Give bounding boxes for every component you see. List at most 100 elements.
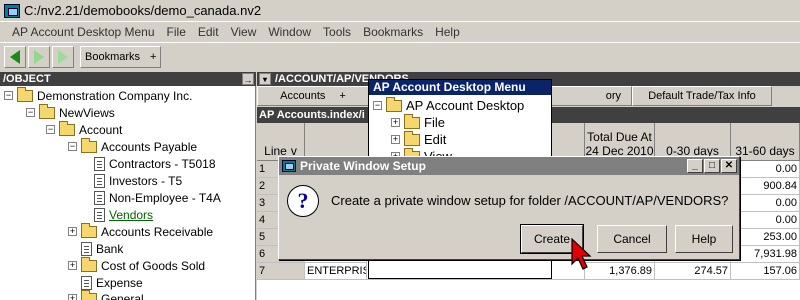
menu-bar: AP Account Desktop Menu File Edit View W… [0, 22, 800, 42]
mouse-pointer-icon [571, 238, 592, 270]
tree-item-label: Contractors - T5018 [109, 156, 216, 171]
folder-icon [404, 130, 420, 146]
tree-item-label: NewViews [59, 105, 115, 120]
tree-item-vendors[interactable]: Vendors [94, 206, 153, 223]
tree-item-label: Investors - T5 [109, 173, 183, 188]
collapse-icon[interactable]: − [373, 101, 382, 110]
document-icon [94, 173, 105, 188]
tree-item-label: Cost of Goods Sold [101, 258, 206, 273]
col-31-60-days[interactable]: 31-60 days [731, 123, 800, 161]
menu-view[interactable]: View [225, 25, 263, 39]
menu-edit[interactable]: Edit [192, 25, 225, 39]
collapse-icon[interactable]: − [4, 91, 13, 100]
desktop-menu-item-label: AP Account Desktop [406, 98, 525, 113]
tree-item-investors[interactable]: Investors - T5 [94, 172, 182, 189]
restore-icon[interactable]: □ [704, 159, 720, 173]
desktop-menu-item-edit[interactable]: + Edit [391, 130, 446, 148]
folder-icon [404, 113, 420, 129]
dialog-message: Create a private window setup for folder… [331, 193, 729, 208]
cell-31-60[interactable]: 157.06 [731, 263, 800, 280]
dropdown-icon[interactable]: ▾ [259, 73, 271, 85]
tree-item-expense[interactable]: Expense [81, 274, 143, 291]
menu-window[interactable]: Window [262, 25, 317, 39]
desktop-menu-item-root[interactable]: − AP Account Desktop [373, 96, 525, 114]
back-button[interactable] [4, 45, 26, 68]
dialog-title-bar: Private Window Setup _ □ ✕ [279, 157, 739, 175]
tree-item-accounts-payable[interactable]: − Accounts Payable [68, 137, 198, 155]
cell-31-60[interactable]: 900.84 [731, 178, 800, 195]
title-bar: C:/nv2.21/demobooks/demo_canada.nv2 [0, 0, 800, 22]
document-icon [81, 275, 92, 290]
navigate-arrow-icon[interactable]: → [242, 73, 254, 85]
tab-history-label: ory [605, 90, 621, 102]
tree-item-bank[interactable]: Bank [81, 240, 123, 257]
menu-bookmarks[interactable]: Bookmarks [357, 25, 429, 39]
tree-item-demonstration-company[interactable]: − Demonstration Company Inc. [4, 86, 192, 104]
desktop-menu-item-file[interactable]: + File [391, 113, 445, 131]
cell-code[interactable]: ENTERPRISE [305, 263, 367, 280]
question-icon: ? [287, 185, 319, 217]
forward-end-button[interactable] [52, 45, 74, 68]
folder-icon [59, 120, 75, 136]
document-icon [81, 241, 92, 256]
cell-31-60[interactable]: 253.00 [731, 229, 800, 246]
expand-icon[interactable]: + [391, 135, 400, 144]
tree-item-label: Bank [96, 241, 124, 256]
collapse-icon[interactable]: − [68, 142, 77, 151]
desktop-menu-item-label: File [424, 115, 445, 130]
forward-button[interactable] [28, 45, 50, 68]
document-icon [94, 207, 105, 222]
folder-icon [81, 137, 97, 153]
cancel-button[interactable]: Cancel [597, 225, 667, 253]
tree-item-contractors[interactable]: Contractors - T5018 [94, 155, 216, 172]
menu-help[interactable]: Help [429, 25, 466, 39]
tab-default-trade-tax[interactable]: Default Trade/Tax Info [632, 86, 772, 106]
arrow-right-icon [34, 49, 44, 64]
expand-icon[interactable]: + [68, 294, 77, 300]
bookmarks-plus-icon: + [150, 50, 157, 63]
cell-31-60[interactable]: 7,931.98 [731, 246, 800, 263]
dialog-app-icon [282, 160, 296, 172]
col-total-due-label: Total Due At [587, 130, 652, 144]
tree-item-cost-of-goods-sold[interactable]: + Cost of Goods Sold [68, 256, 206, 274]
expand-icon[interactable]: + [68, 261, 77, 270]
tree-item-label: Accounts Receivable [101, 224, 214, 239]
tree-item-label: Accounts Payable [101, 139, 198, 154]
tree-item-accounts-receivable[interactable]: + Accounts Receivable [68, 222, 214, 240]
folder-icon [81, 256, 97, 272]
tab-default-trade-tax-label: Default Trade/Tax Info [648, 90, 756, 102]
expand-icon[interactable]: + [68, 227, 77, 236]
tree-item-newviews[interactable]: − NewViews [26, 103, 115, 121]
object-pane-title: /OBJECT [3, 73, 51, 85]
row-line-number[interactable]: 7 [257, 263, 305, 280]
cell-31-60[interactable]: 0.00 [731, 212, 800, 229]
tab-accounts[interactable]: Accounts + [257, 86, 369, 106]
tab-accounts-plus-icon: + [339, 90, 346, 102]
bookmarks-button[interactable]: Bookmarks + [80, 45, 162, 68]
object-tree: − Demonstration Company Inc. − NewViews … [0, 86, 256, 300]
tree-item-non-employee[interactable]: Non-Employee - T4A [94, 189, 221, 206]
arrow-left-icon [10, 49, 20, 64]
tree-item-label: Expense [96, 275, 143, 290]
menu-tools[interactable]: Tools [317, 25, 357, 39]
document-icon [94, 156, 105, 171]
help-button[interactable]: Help [675, 225, 733, 253]
object-tree-pane: /OBJECT → − Demonstration Company Inc. −… [0, 72, 256, 300]
close-icon[interactable]: ✕ [721, 159, 737, 173]
cell-31-60[interactable]: 0.00 [731, 195, 800, 212]
folder-icon [17, 86, 33, 102]
tree-item-account[interactable]: − Account [46, 120, 122, 138]
menu-file[interactable]: File [161, 25, 192, 39]
collapse-icon[interactable]: − [46, 125, 55, 134]
tree-item-label: General [101, 291, 144, 300]
expand-icon[interactable]: + [391, 118, 400, 127]
folder-icon [81, 289, 97, 300]
tree-item-general[interactable]: + General [68, 289, 144, 300]
menu-ap-account-desktop[interactable]: AP Account Desktop Menu [6, 25, 161, 39]
minimize-icon[interactable]: _ [687, 159, 703, 173]
document-icon [94, 190, 105, 205]
collapse-icon[interactable]: − [26, 108, 35, 117]
cell-total-due[interactable]: 1,376.89 [585, 263, 655, 280]
cell-31-60[interactable]: 0.00 [731, 161, 800, 178]
cell-0-30[interactable]: 274.57 [655, 263, 731, 280]
